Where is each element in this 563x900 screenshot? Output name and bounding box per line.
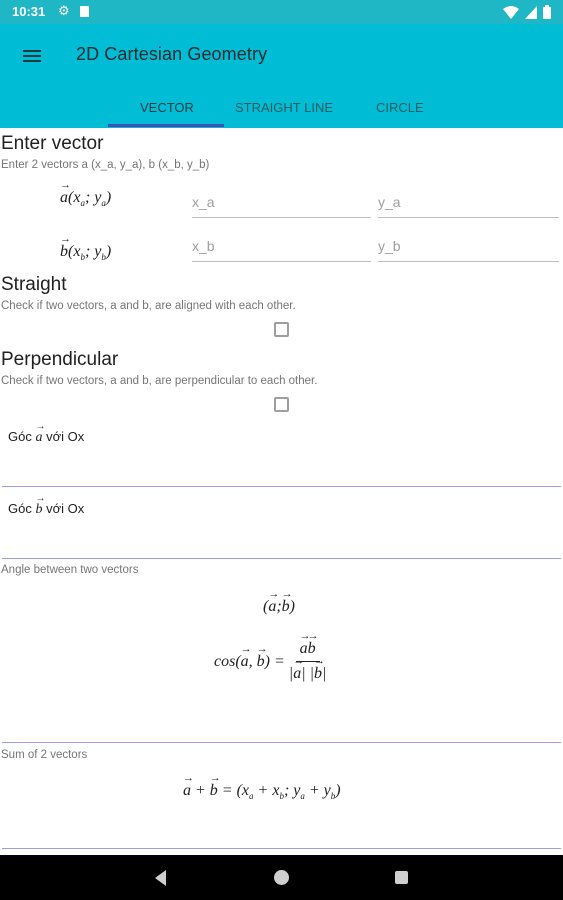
- angle-between-output: [2, 742, 561, 743]
- straight-checkbox[interactable]: [274, 322, 289, 337]
- y-b-input[interactable]: y_b: [378, 236, 559, 262]
- goc-text: Góc: [8, 429, 32, 444]
- back-icon[interactable]: [155, 870, 166, 886]
- perpendicular-title: Perpendicular: [1, 349, 119, 370]
- sum-output: [2, 848, 561, 849]
- angle-b-ox-label: Góc b → với Ox: [8, 493, 85, 517]
- gear-icon: ⚙: [58, 3, 70, 18]
- wifi-icon: [503, 5, 519, 19]
- tab-straight-line[interactable]: STRAIGHT LINE: [235, 100, 333, 115]
- status-icons: [503, 5, 551, 19]
- angle-notation-formula: (a → ;b →): [263, 588, 295, 615]
- angle-a-ox-label: Góc a → với Ox: [8, 421, 85, 445]
- cos-formula: cos(a →, b →) = a → b → |a → | |b → |: [214, 630, 327, 682]
- app-title: 2D Cartesian Geometry: [76, 44, 268, 64]
- battery-icon: [543, 5, 551, 19]
- vector-a-formula: a → (xa; ya): [60, 179, 112, 209]
- vector-b-formula: b → (xb; yb): [60, 233, 112, 263]
- app-bar: 2D Cartesian Geometry VECTOR STRAIGHT LI…: [0, 24, 563, 128]
- perpendicular-subtitle: Check if two vectors, a and b, are perpe…: [1, 375, 318, 387]
- signal-icon: [525, 5, 537, 19]
- recent-apps-icon[interactable]: [395, 871, 408, 884]
- voi-ox-text: với Ox: [46, 501, 85, 516]
- home-icon[interactable]: [274, 870, 289, 885]
- x-a-input[interactable]: x_a: [192, 192, 371, 218]
- perpendicular-checkbox[interactable]: [274, 397, 289, 412]
- vector-page[interactable]: Enter vector Enter 2 vectors a (x_a, y_a…: [0, 128, 563, 855]
- angle-between-label: Angle between two vectors: [1, 564, 139, 576]
- status-bar: 10:31 ⚙: [0, 0, 563, 24]
- sd-card-icon: [80, 6, 89, 17]
- status-time: 10:31: [12, 4, 46, 19]
- x-b-input[interactable]: x_b: [192, 236, 371, 262]
- goc-text: Góc: [8, 501, 32, 516]
- tab-vector[interactable]: VECTOR: [140, 100, 194, 115]
- enter-vector-subtitle: Enter 2 vectors a (x_a, y_a), b (x_b, y_…: [1, 159, 210, 171]
- menu-icon[interactable]: [16, 40, 48, 72]
- y-a-input[interactable]: y_a: [378, 192, 559, 218]
- straight-title: Straight: [1, 274, 67, 295]
- tab-circle[interactable]: CIRCLE: [376, 100, 424, 115]
- navigation-bar: [0, 855, 563, 900]
- angle-a-output: [2, 486, 561, 487]
- voi-ox-text: với Ox: [46, 429, 85, 444]
- straight-subtitle: Check if two vectors, a and b, are align…: [1, 300, 296, 312]
- tab-indicator: [108, 124, 224, 127]
- enter-vector-title: Enter vector: [1, 133, 104, 154]
- tab-bar: VECTOR STRAIGHT LINE CIRCLE: [0, 88, 563, 128]
- sum-formula: a → + b → = (xa + xb; ya + yb): [183, 772, 341, 802]
- sum-label: Sum of 2 vectors: [1, 749, 88, 761]
- angle-b-output: [2, 558, 561, 559]
